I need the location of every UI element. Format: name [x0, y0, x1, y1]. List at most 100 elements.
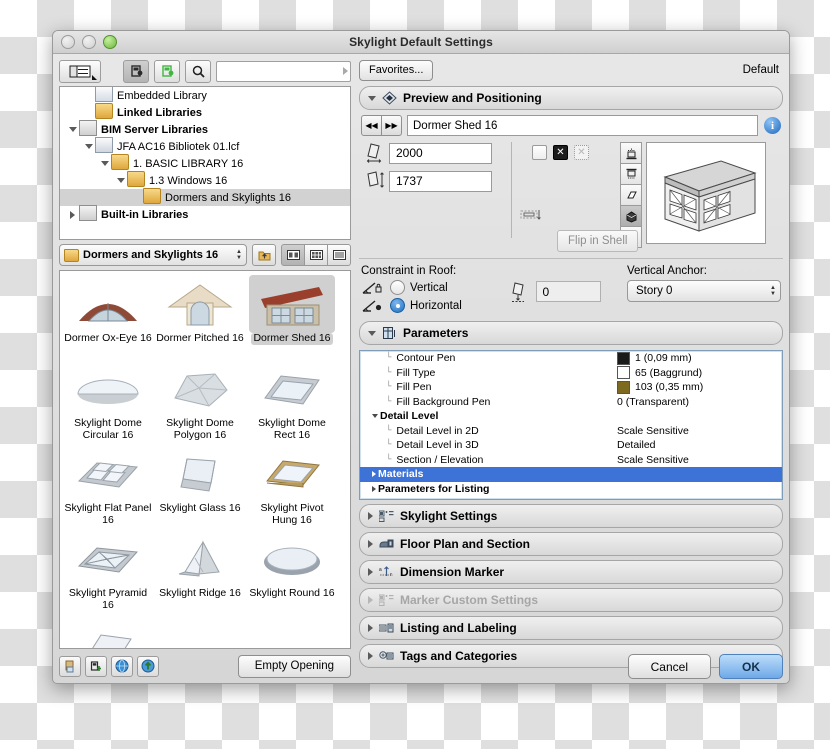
ok-button[interactable]: OK: [719, 654, 783, 679]
tree-item[interactable]: Built-in Libraries: [60, 205, 350, 223]
chevron-down-icon[interactable]: [372, 414, 378, 419]
3d-view-icon[interactable]: [620, 206, 642, 227]
tree-item[interactable]: Dormers and Skylights 16: [60, 188, 350, 206]
tree-item[interactable]: Embedded Library: [60, 87, 350, 104]
folder-icon: [64, 248, 79, 262]
section-listing-and-labeling[interactable]: Listing and Labeling: [359, 616, 783, 640]
next-object-icon[interactable]: ▶▶: [382, 115, 402, 136]
list-view-button[interactable]: [328, 244, 351, 266]
constraint-horizontal-radio[interactable]: [390, 298, 405, 313]
cancel-button[interactable]: Cancel: [627, 654, 711, 679]
section-skylight-settings[interactable]: Skylight Settings: [359, 504, 783, 528]
section-dimension-marker[interactable]: a r Dimension Marker: [359, 560, 783, 584]
parameters-list[interactable]: └ Contour Pen 1 (0,09 mm) └ Fill Type 65 (Bag…: [359, 350, 783, 500]
section-parameters[interactable]: Parameters: [359, 321, 783, 345]
browser-mode-button[interactable]: [59, 59, 101, 83]
parameter-row[interactable]: └ Fill Background Pen 0 (Transparent): [360, 395, 782, 410]
top-view-icon[interactable]: [620, 142, 642, 164]
vertical-anchor-select[interactable]: Story 0 ▲ ▼: [627, 280, 781, 302]
opening-width-field[interactable]: 2000: [389, 142, 492, 164]
chevron-down-icon[interactable]: [100, 161, 109, 166]
library-item[interactable]: [62, 615, 154, 648]
section-floor-plan-and-section[interactable]: Floor Plan and Section: [359, 532, 783, 556]
favorites-button[interactable]: Favorites...: [359, 59, 434, 81]
tree-item[interactable]: JFA AC16 Bibliotek 01.lcf: [60, 137, 350, 155]
library-item[interactable]: Dormer Ox-Eye 16: [62, 275, 154, 360]
library-item[interactable]: Skylight Round 16: [246, 530, 338, 615]
bottom-view-icon[interactable]: [620, 164, 642, 185]
chevron-down-icon[interactable]: [116, 178, 125, 183]
chevron-right-icon[interactable]: [368, 512, 373, 520]
library-item[interactable]: Dormer Pitched 16: [154, 275, 246, 360]
chevron-down-icon[interactable]: [68, 127, 77, 132]
tree-twisty[interactable]: [66, 210, 79, 219]
duplicate-object-icon[interactable]: [85, 655, 107, 677]
library-item[interactable]: Skylight Pivot Hung 16: [246, 445, 338, 530]
empty-opening-button[interactable]: Empty Opening: [237, 654, 351, 678]
search-field[interactable]: [216, 60, 351, 82]
chevron-right-icon[interactable]: [368, 540, 373, 548]
tree-twisty[interactable]: [114, 178, 127, 183]
globe-icon[interactable]: [111, 655, 133, 677]
tree-twisty[interactable]: [82, 144, 95, 149]
tree-item[interactable]: BIM Server Libraries: [60, 120, 350, 138]
leaf-marker-icon: └: [386, 353, 392, 364]
search-input[interactable]: [221, 64, 343, 78]
chevron-right-icon[interactable]: [372, 485, 376, 492]
library-item[interactable]: Skylight Pyramid 16: [62, 530, 154, 615]
large-icon-view-button[interactable]: [281, 244, 305, 266]
chevron-right-icon[interactable]: [70, 210, 75, 219]
new-object-icon[interactable]: [59, 655, 81, 677]
tree-item[interactable]: 1.3 Windows 16: [60, 171, 350, 189]
tree-twisty[interactable]: [66, 127, 79, 132]
library-item[interactable]: Skylight Dome Polygon 16: [154, 360, 246, 445]
library-tree[interactable]: Embedded Library Linked Libraries BIM Serv…: [59, 86, 351, 240]
parameter-row[interactable]: Parameters for Listing: [360, 482, 782, 497]
parameter-row[interactable]: └ Section / Elevation Scale Sensitive: [360, 453, 782, 468]
previous-object-icon[interactable]: ◀◀: [361, 115, 382, 136]
tree-item-label: 1. BASIC LIBRARY 16: [133, 157, 244, 170]
parameter-row[interactable]: Detail Level: [360, 409, 782, 424]
parameter-row[interactable]: └ Fill Pen 103 (0,35 mm): [360, 380, 782, 395]
anchor-checkbox[interactable]: ✕: [553, 145, 568, 160]
chevron-right-icon[interactable]: [368, 568, 373, 576]
parameter-row[interactable]: └ Contour Pen 1 (0,09 mm): [360, 351, 782, 366]
library-item[interactable]: Skylight Ridge 16: [154, 530, 246, 615]
mirror-checkbox[interactable]: [532, 145, 547, 160]
parameter-row[interactable]: └ Detail Level in 3D Detailed: [360, 438, 782, 453]
library-item[interactable]: Dormer Shed 16: [246, 275, 338, 360]
parameter-row[interactable]: └ Detail Level in 2D Scale Sensitive: [360, 424, 782, 439]
embedded-library-filter-button[interactable]: [154, 59, 180, 83]
info-icon[interactable]: i: [764, 117, 781, 134]
chevron-down-icon[interactable]: [84, 144, 93, 149]
chevron-right-icon[interactable]: [368, 624, 373, 632]
library-item[interactable]: Skylight Dome Rect 16: [246, 360, 338, 445]
library-item[interactable]: Skylight Flat Panel 16: [62, 445, 154, 530]
section-preview-and-positioning[interactable]: Preview and Positioning: [359, 86, 783, 110]
chevron-right-icon[interactable]: [372, 471, 376, 478]
parameter-row[interactable]: └ Fill Type 65 (Baggrund): [360, 366, 782, 381]
2d-symbol-icon[interactable]: [620, 185, 642, 206]
tree-item[interactable]: Linked Libraries: [60, 103, 350, 121]
library-item[interactable]: Skylight Dome Circular 16: [62, 360, 154, 445]
linked-library-filter-button[interactable]: [123, 59, 149, 83]
library-item-label: Skylight Flat Panel 16: [64, 502, 152, 526]
tree-item-label: Embedded Library: [117, 89, 207, 102]
small-icon-view-button[interactable]: [305, 244, 328, 266]
parameter-name: Fill Pen: [396, 381, 432, 394]
folder-popup[interactable]: Dormers and Skylights 16 ▲ ▼: [59, 244, 247, 266]
object-grid[interactable]: Dormer Ox-Eye 16 Dormer Pitched 16 Dormer …: [59, 270, 351, 649]
tree-item[interactable]: 1. BASIC LIBRARY 16: [60, 154, 350, 172]
constraint-vertical-radio[interactable]: [390, 280, 405, 295]
opening-height-field[interactable]: 1737: [389, 170, 492, 192]
tree-twisty[interactable]: [98, 161, 111, 166]
search-options-icon[interactable]: [343, 67, 348, 75]
chevron-right-icon[interactable]: [368, 652, 373, 660]
object-name-field[interactable]: Dormer Shed 16: [407, 115, 758, 136]
upload-icon[interactable]: [137, 655, 159, 677]
up-folder-icon[interactable]: [252, 244, 276, 266]
parameter-row[interactable]: Materials: [360, 467, 782, 482]
search-icon[interactable]: [185, 59, 211, 83]
offset-field[interactable]: 0: [535, 281, 601, 302]
library-item[interactable]: Skylight Glass 16: [154, 445, 246, 530]
